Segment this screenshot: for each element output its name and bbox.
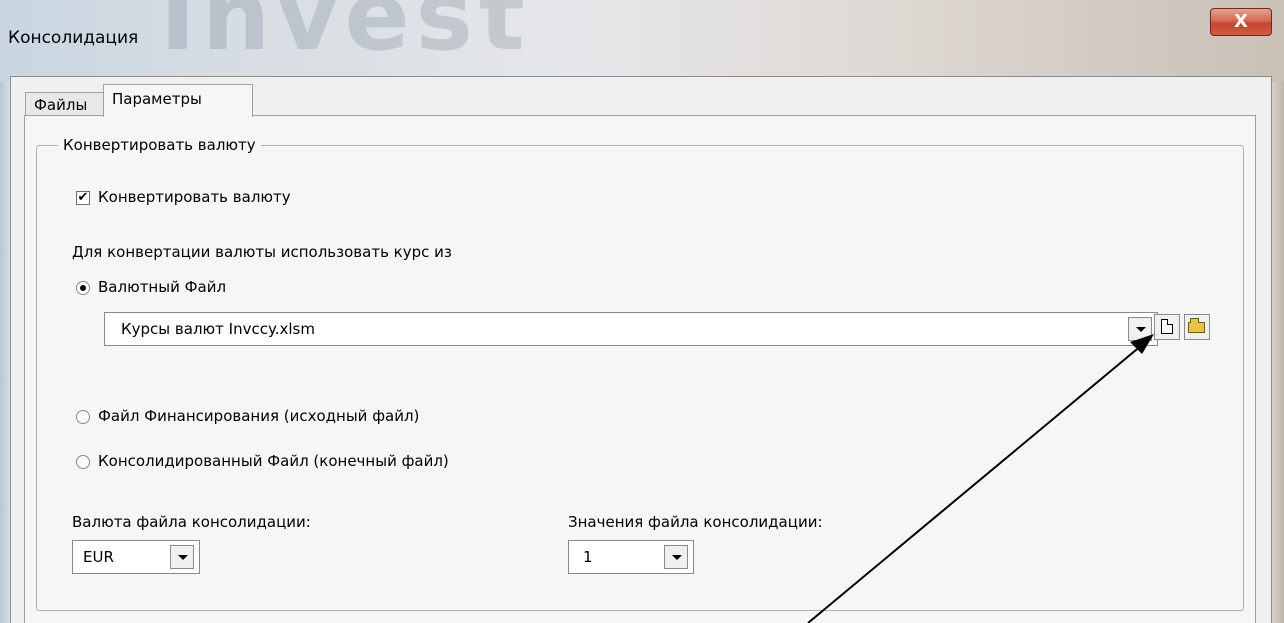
currency-file-dropdown-button[interactable] (1128, 317, 1152, 341)
new-file-icon (1161, 319, 1173, 334)
convert-currency-checkbox[interactable]: ✔ (76, 191, 90, 205)
currency-file-combo[interactable]: Курсы валют Invccy.xlsm (104, 312, 1158, 346)
watermark-text: Invest (160, 0, 531, 72)
tab-files[interactable]: Файлы (25, 92, 105, 116)
radio-funding-file[interactable] (76, 410, 90, 424)
radio-consolidated-file-label: Консолидированный Файл (конечный файл) (98, 452, 449, 470)
group-legend: Конвертировать валюту (58, 136, 261, 154)
consolidation-values-dropdown-button[interactable] (664, 545, 688, 569)
title-bar: Invest Консолидация X (0, 0, 1284, 82)
new-file-button[interactable] (1154, 314, 1180, 340)
consolidation-currency-dropdown-button[interactable] (170, 545, 194, 569)
consolidation-currency-label: Валюта файла консолидации: (72, 513, 311, 531)
radio-currency-file-label: Валютный Файл (98, 278, 227, 296)
close-button[interactable]: X (1210, 8, 1272, 36)
consolidation-currency-value: EUR (83, 548, 114, 566)
open-folder-icon (1188, 318, 1205, 333)
open-file-button[interactable] (1184, 314, 1210, 340)
radio-selected-dot (80, 285, 86, 291)
consolidation-dialog: Invest Консолидация X Файлы Параметры Ко… (0, 0, 1284, 623)
radio-currency-file[interactable] (76, 281, 90, 295)
currency-file-value: Курсы валют Invccy.xlsm (121, 320, 315, 338)
radio-consolidated-file[interactable] (76, 455, 90, 469)
window-frame-left (0, 82, 10, 623)
rate-source-heading: Для конвертации валюты использовать курс… (72, 243, 452, 261)
consolidation-values-value: 1 (583, 548, 593, 566)
convert-currency-checkbox-label: Конвертировать валюту (98, 188, 291, 206)
window-title: Консолидация (8, 28, 139, 48)
window-frame-right (1270, 82, 1284, 623)
radio-funding-file-label: Файл Финансирования (исходный файл) (98, 407, 420, 425)
tab-parameters[interactable]: Параметры (103, 84, 253, 117)
consolidation-values-label: Значения файла консолидации: (568, 513, 823, 531)
